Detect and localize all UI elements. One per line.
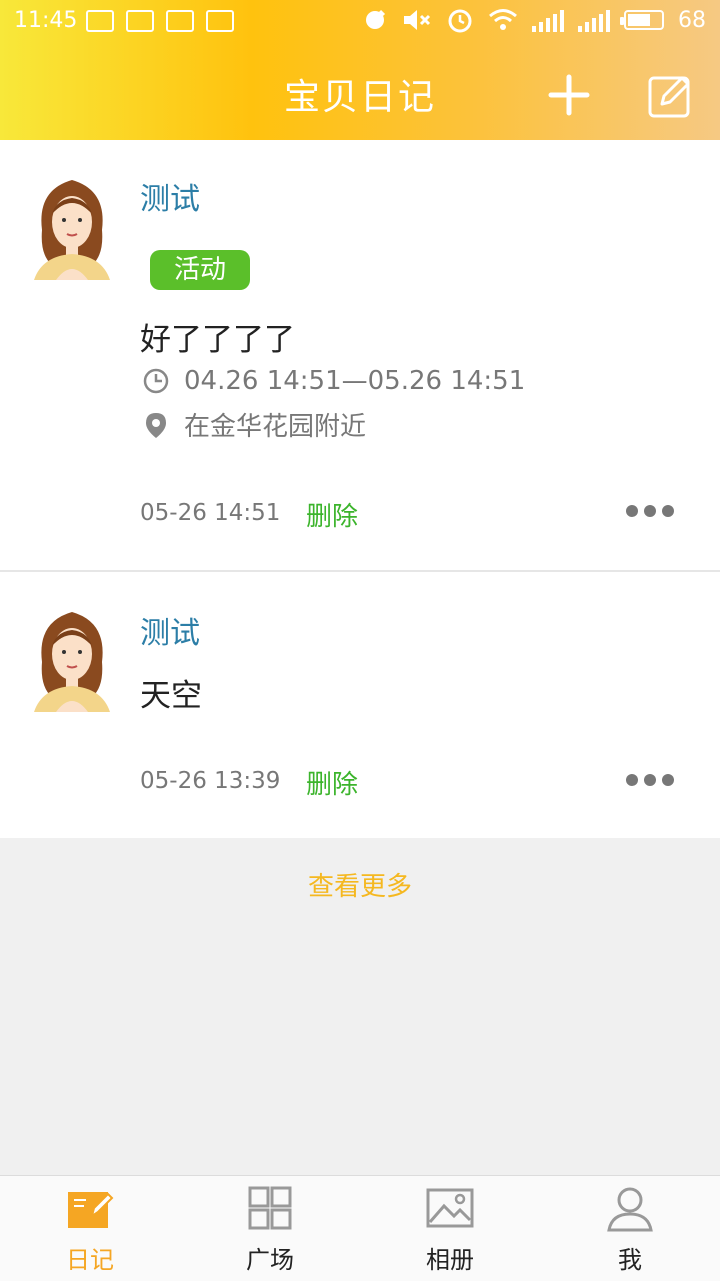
- diary-post: 测试 活动 好了了了了 04.26 14:51—05.26 14:51 在金华花…: [0, 140, 720, 570]
- username[interactable]: 测试: [140, 608, 200, 652]
- tab-label: 我: [618, 1246, 642, 1274]
- post-timestamp: 05-26 13:39: [140, 768, 281, 794]
- document-notification-icon: [206, 10, 234, 32]
- avatar[interactable]: [22, 602, 122, 712]
- post-timestamp: 05-26 14:51: [140, 500, 281, 526]
- username[interactable]: 测试: [140, 174, 200, 218]
- person-icon: [607, 1187, 653, 1232]
- signal-icon: [532, 8, 564, 32]
- sync-notification-icon: [166, 10, 194, 32]
- delete-button[interactable]: 删除: [306, 496, 358, 533]
- signal-4g-icon: [578, 8, 610, 32]
- tab-me[interactable]: 我: [540, 1176, 720, 1281]
- diary-icon: [68, 1192, 114, 1228]
- time-range: 04.26 14:51—05.26 14:51: [184, 366, 526, 396]
- more-options-icon[interactable]: [626, 774, 674, 786]
- post-content: 天空: [140, 678, 202, 714]
- location-text: 在金华花园附近: [184, 412, 367, 442]
- clock-icon: [143, 368, 169, 394]
- location-pin-icon: [146, 412, 166, 438]
- location-row: 在金华花园附近: [142, 406, 366, 443]
- tab-label: 日记: [66, 1246, 114, 1274]
- delete-button[interactable]: 删除: [306, 764, 358, 801]
- edit-icon[interactable]: [646, 72, 694, 120]
- notification-icons: [86, 10, 234, 32]
- app-notification-icon: [126, 10, 154, 32]
- post-content: 好了了了了: [140, 322, 295, 358]
- add-button[interactable]: [548, 74, 590, 116]
- tab-label: 相册: [426, 1246, 474, 1274]
- activity-tag: 活动: [150, 250, 250, 290]
- battery-level: 68: [678, 7, 706, 33]
- album-icon: [426, 1188, 474, 1228]
- page-title: 宝贝日记: [283, 77, 436, 118]
- wifi-icon: [489, 9, 517, 30]
- status-bar: 11:45 68: [0, 0, 720, 44]
- status-time: 11:45: [14, 8, 78, 33]
- mute-icon: [404, 10, 431, 30]
- avatar[interactable]: [22, 170, 122, 280]
- app-header: 11:45 68 宝贝日记: [0, 0, 720, 140]
- tab-label: 广场: [246, 1246, 294, 1274]
- alarm-icon: [448, 9, 472, 33]
- system-icons: 68: [362, 6, 706, 34]
- satellite-icon: [366, 9, 386, 29]
- time-range-row: 04.26 14:51—05.26 14:51: [142, 366, 525, 396]
- bottom-tab-bar: 日记 广场 相册 我: [0, 1175, 720, 1281]
- battery-icon: [620, 10, 664, 30]
- view-more-link[interactable]: 查看更多: [0, 866, 720, 903]
- image-notification-icon: [86, 10, 114, 32]
- tab-album[interactable]: 相册: [360, 1176, 540, 1281]
- more-options-icon[interactable]: [626, 505, 674, 517]
- diary-post: 测试 天空 05-26 13:39 删除: [0, 572, 720, 838]
- grid-icon: [248, 1186, 292, 1230]
- tab-square[interactable]: 广场: [180, 1176, 360, 1281]
- tab-diary[interactable]: 日记: [0, 1176, 180, 1281]
